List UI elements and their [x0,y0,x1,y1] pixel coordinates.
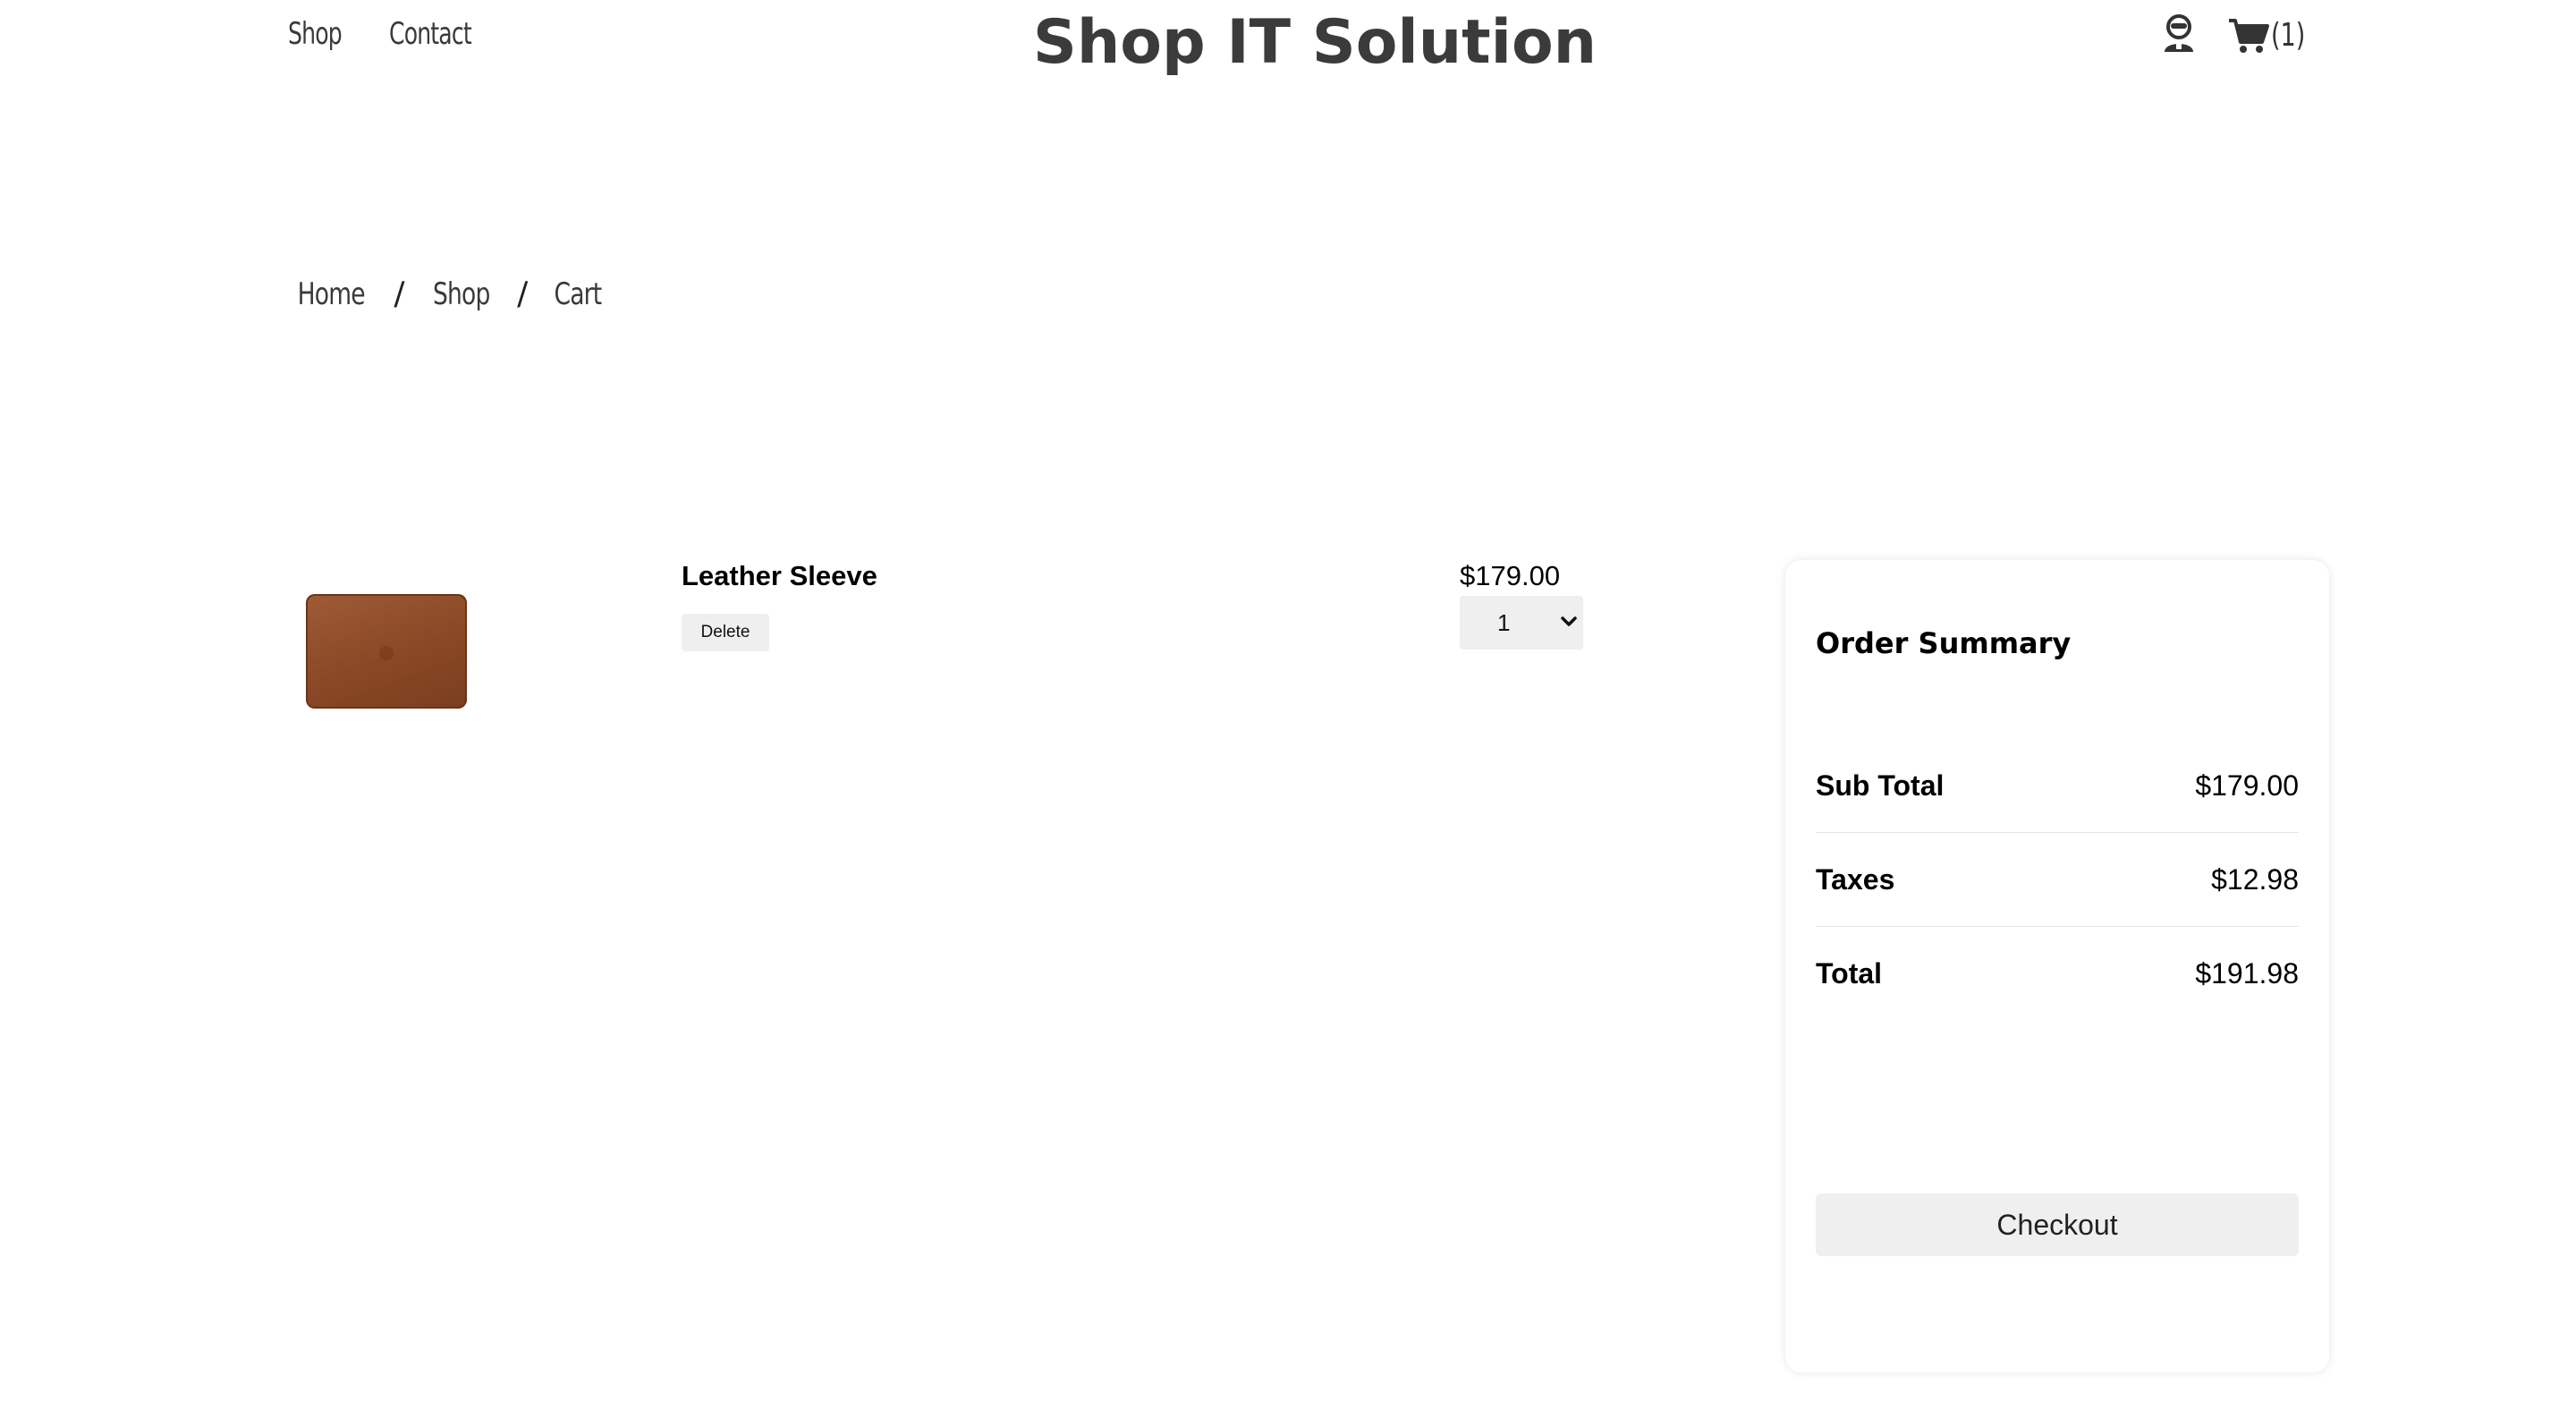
product-image[interactable] [306,594,467,709]
taxes-label: Taxes [1816,862,1895,896]
site-header: Shop Contact Shop IT Solution (1) [0,0,2576,89]
cart-button[interactable]: (1) [2228,17,2317,55]
product-name[interactable]: Leather Sleeve [682,560,877,592]
chevron-down-icon [1561,616,1577,626]
cart-icon [2229,18,2269,53]
order-summary-title: Order Summary [1816,626,2072,660]
header-actions: (1) [2162,13,2317,58]
quantity-select[interactable]: 1 [1460,596,1583,650]
summary-row-subtotal: Sub Total $179.00 [1816,739,2299,832]
subtotal-label: Sub Total [1816,769,1945,802]
breadcrumb-separator: / [517,276,529,312]
total-value: $191.98 [2195,956,2299,990]
summary-row-taxes: Taxes $12.98 [1816,833,2299,926]
cart-count: (1) [2271,17,2306,54]
summary-row-total: Total $191.98 [1816,927,2299,1020]
breadcrumb-shop[interactable]: Shop [433,276,490,312]
taxes-value: $12.98 [2211,862,2299,896]
breadcrumb-cart[interactable]: Cart [555,276,603,312]
total-label: Total [1816,956,1883,990]
checkout-button[interactable]: Checkout [1816,1193,2299,1256]
breadcrumb-home[interactable]: Home [298,276,366,312]
apple-logo-icon [379,646,394,660]
cart-item: Leather Sleeve Delete $179.00 1 [288,555,1612,734]
subtotal-value: $179.00 [2195,769,2299,802]
order-summary-card: Order Summary Sub Total $179.00 Taxes $1… [1785,560,2329,1372]
breadcrumb-separator: / [394,276,405,312]
product-price: $179.00 [1460,560,1561,591]
quantity-value: 1 [1497,608,1511,636]
breadcrumb: Home / Shop / Cart [288,276,608,312]
user-icon[interactable] [2162,13,2196,58]
delete-button[interactable]: Delete [682,614,769,651]
